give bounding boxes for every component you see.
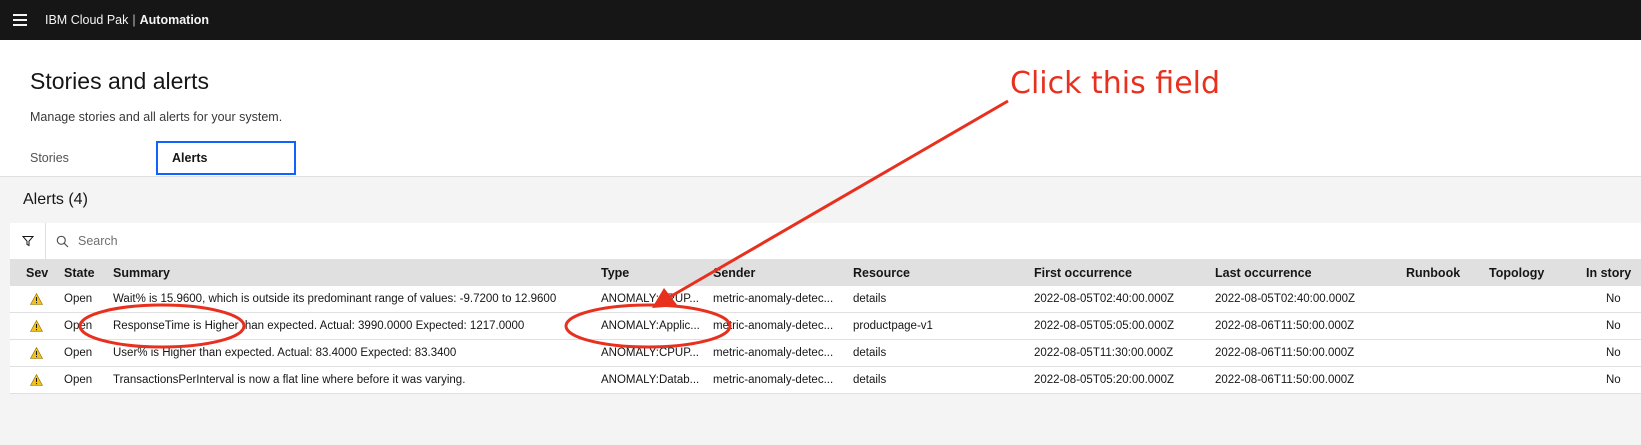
state-cell: Open — [64, 320, 93, 332]
column-header-topology[interactable]: Topology — [1489, 266, 1544, 280]
search-box — [46, 223, 1641, 259]
filter-icon — [21, 236, 34, 247]
column-header-state[interactable]: State — [64, 266, 95, 280]
table-row[interactable]: Open Wait% is 15.9600, which is outside … — [10, 286, 1641, 313]
product-name: Automation — [139, 13, 210, 27]
summary-cell[interactable]: Wait% is 15.9600, which is outside its p… — [113, 286, 593, 313]
app-brand[interactable]: IBM Cloud Pak | Automation — [45, 13, 209, 27]
filter-button[interactable] — [10, 223, 46, 259]
resource-cell: details — [853, 347, 887, 359]
table-row[interactable]: Open TransactionsPerInterval is now a fl… — [10, 367, 1641, 394]
tab-alerts[interactable]: Alerts — [156, 141, 296, 175]
brand-separator: | — [132, 13, 136, 27]
sender-cell: metric-anomaly-detec... — [713, 347, 834, 359]
type-cell[interactable]: ANOMALY:Datab... — [601, 367, 709, 394]
table-toolbar — [10, 223, 1641, 259]
annotation-label: Click this field — [1010, 66, 1221, 101]
in-story-cell: No — [1606, 320, 1621, 332]
resource-cell: productpage-v1 — [853, 320, 933, 332]
column-header-resource[interactable]: Resource — [853, 266, 910, 280]
search-icon — [56, 235, 69, 247]
state-cell: Open — [64, 374, 93, 386]
sender-cell: metric-anomaly-detec... — [713, 374, 834, 386]
table-row[interactable]: Open ResponseTime is Higher than expecte… — [10, 313, 1641, 340]
page-header: Stories and alerts Manage stories and al… — [0, 40, 1641, 176]
in-story-cell: No — [1606, 374, 1621, 386]
warning-icon — [30, 293, 43, 305]
tab-stories[interactable]: Stories — [16, 141, 156, 175]
page-description: Manage stories and all alerts for your s… — [30, 110, 283, 124]
state-cell: Open — [64, 293, 93, 305]
alerts-table: Sev State Summary Type Sender Resource F… — [10, 259, 1641, 394]
resource-cell: details — [853, 374, 887, 386]
column-header-last-occurrence[interactable]: Last occurrence — [1215, 266, 1312, 280]
menu-icon[interactable] — [0, 0, 40, 40]
sender-cell: metric-anomaly-detec... — [713, 320, 834, 332]
last-occurrence-cell: 2022-08-06T11:50:00.000Z — [1215, 374, 1355, 386]
type-cell[interactable]: ANOMALY:Applic... — [601, 313, 709, 340]
state-cell: Open — [64, 347, 93, 359]
type-cell[interactable]: ANOMALY:CPUP... — [601, 340, 709, 367]
warning-icon — [30, 347, 43, 359]
alerts-section-title: Alerts (4) — [23, 191, 88, 208]
in-story-cell: No — [1606, 293, 1621, 305]
summary-cell[interactable]: User% is Higher than expected. Actual: 8… — [113, 340, 593, 367]
type-cell[interactable]: ANOMALY:CPUP... — [601, 286, 709, 313]
summary-cell[interactable]: TransactionsPerInterval is now a flat li… — [113, 367, 593, 394]
search-input[interactable] — [78, 226, 578, 256]
column-header-runbook[interactable]: Runbook — [1406, 266, 1460, 280]
column-header-sender[interactable]: Sender — [713, 266, 755, 280]
warning-icon — [30, 320, 43, 332]
table-header-row: Sev State Summary Type Sender Resource F… — [10, 259, 1641, 286]
column-header-type[interactable]: Type — [601, 266, 629, 280]
column-header-first-occurrence[interactable]: First occurrence — [1034, 266, 1132, 280]
table-row[interactable]: Open User% is Higher than expected. Actu… — [10, 340, 1641, 367]
column-header-sev[interactable]: Sev — [26, 266, 48, 280]
warning-icon — [30, 374, 43, 386]
sender-cell: metric-anomaly-detec... — [713, 293, 834, 305]
last-occurrence-cell: 2022-08-06T11:50:00.000Z — [1215, 347, 1355, 359]
in-story-cell: No — [1606, 347, 1621, 359]
page-title: Stories and alerts — [30, 68, 209, 94]
last-occurrence-cell: 2022-08-05T02:40:00.000Z — [1215, 293, 1356, 305]
column-header-summary[interactable]: Summary — [113, 266, 170, 280]
column-header-in-story[interactable]: In story — [1586, 266, 1631, 280]
resource-cell: details — [853, 293, 887, 305]
first-occurrence-cell: 2022-08-05T05:05:00.000Z — [1034, 320, 1175, 332]
last-occurrence-cell: 2022-08-06T11:50:00.000Z — [1215, 320, 1355, 332]
first-occurrence-cell: 2022-08-05T02:40:00.000Z — [1034, 293, 1175, 305]
first-occurrence-cell: 2022-08-05T11:30:00.000Z — [1034, 347, 1174, 359]
summary-cell[interactable]: ResponseTime is Higher than expected. Ac… — [113, 313, 593, 340]
top-nav-bar: IBM Cloud Pak | Automation — [0, 0, 1641, 40]
brand-name: IBM Cloud Pak — [45, 13, 129, 27]
first-occurrence-cell: 2022-08-05T05:20:00.000Z — [1034, 374, 1175, 386]
alerts-panel: Alerts (4) Sev State Summary Type Sender… — [0, 176, 1641, 445]
